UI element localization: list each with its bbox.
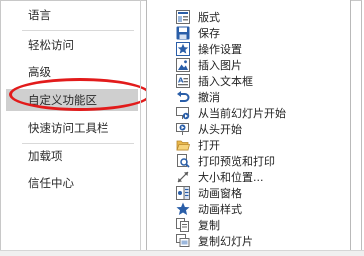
command-label: 动画样式 xyxy=(198,203,242,216)
nav-item-customize-ribbon[interactable]: 自定义功能区 xyxy=(6,89,138,111)
insert-textbox-icon: A xyxy=(176,74,190,88)
nav-item-label: 快速访问工具栏 xyxy=(28,121,109,135)
action-settings-icon xyxy=(176,42,190,56)
command-label: 撤消 xyxy=(198,91,220,104)
dialog-bottom-edge xyxy=(0,250,364,256)
pane-divider xyxy=(140,0,141,250)
print-preview-icon xyxy=(177,154,190,168)
command-label: 动画窗格 xyxy=(198,187,242,200)
command-item[interactable]: 撤消 xyxy=(147,90,350,106)
command-item[interactable]: A 插入文本框 xyxy=(147,74,350,90)
command-label: 版式 xyxy=(198,11,220,24)
layout-icon xyxy=(176,10,190,24)
command-label: 从头开始 xyxy=(198,123,242,136)
command-label: 插入图片 xyxy=(198,59,242,72)
animation-pane-icon xyxy=(176,186,190,200)
insert-picture-icon xyxy=(176,58,190,72)
nav-item-quick-access-toolbar[interactable]: 快速访问工具栏 xyxy=(6,117,138,139)
command-label: 打开 xyxy=(198,139,220,152)
command-label: 从当前幻灯片开始 xyxy=(198,107,286,120)
commands-listbox[interactable]: 版式 保存 操作设置 插入图片 A 插入文本框 撤消 从当前幻灯片开始 从头开始… xyxy=(146,0,351,250)
nav-item-advanced[interactable]: 高级 xyxy=(6,61,138,83)
undo-icon xyxy=(177,91,190,102)
from-current-slide-icon xyxy=(176,107,190,120)
command-label: 复制幻灯片 xyxy=(198,235,253,248)
nav-divider xyxy=(22,143,134,144)
command-label: 大小和位置... xyxy=(198,171,264,184)
command-item[interactable]: 大小和位置... xyxy=(147,170,350,186)
command-item[interactable]: 打印预览和打印 xyxy=(147,154,350,170)
nav-divider xyxy=(22,30,134,31)
command-label: 操作设置 xyxy=(198,43,242,56)
command-item[interactable]: 复制幻灯片 xyxy=(147,234,350,250)
command-item[interactable]: 复制 xyxy=(147,218,350,234)
command-item[interactable]: 保存 xyxy=(147,26,350,42)
from-beginning-icon xyxy=(176,123,189,135)
nav-item-label: 信任中心 xyxy=(28,176,74,190)
options-nav: 语言 轻松访问 高级 自定义功能区 快速访问工具栏 加载项 信任中心 xyxy=(6,0,140,250)
copy-icon xyxy=(176,218,189,232)
duplicate-slide-icon xyxy=(176,234,190,247)
nav-item-accessibility[interactable]: 轻松访问 xyxy=(6,34,138,56)
command-item[interactable]: 操作设置 xyxy=(147,42,350,58)
nav-item-label: 轻松访问 xyxy=(28,38,74,52)
nav-item-label: 加载项 xyxy=(28,149,63,163)
command-item[interactable]: 插入图片 xyxy=(147,58,350,74)
command-item[interactable]: 动画样式 xyxy=(147,202,350,218)
command-item[interactable]: 打开 xyxy=(147,138,350,154)
command-item[interactable]: 从当前幻灯片开始 xyxy=(147,106,350,122)
command-label: 插入文本框 xyxy=(198,75,253,88)
command-item[interactable]: 从头开始 xyxy=(147,122,350,138)
animation-styles-icon xyxy=(176,202,190,215)
svg-text:A: A xyxy=(178,77,184,85)
nav-item-label: 语言 xyxy=(28,8,51,22)
nav-item-language[interactable]: 语言 xyxy=(6,4,138,26)
command-item[interactable]: 动画窗格 xyxy=(147,186,350,202)
nav-item-add-ins[interactable]: 加载项 xyxy=(6,145,138,167)
save-icon xyxy=(176,26,190,40)
nav-item-trust-center[interactable]: 信任中心 xyxy=(6,172,138,194)
command-item[interactable]: 版式 xyxy=(147,10,350,26)
command-label: 保存 xyxy=(198,27,220,40)
open-folder-icon xyxy=(176,140,190,151)
size-position-icon xyxy=(177,171,189,183)
nav-item-label: 高级 xyxy=(28,65,51,79)
command-label: 打印预览和打印 xyxy=(198,155,275,168)
command-label: 复制 xyxy=(198,219,220,232)
nav-item-label: 自定义功能区 xyxy=(28,93,97,107)
